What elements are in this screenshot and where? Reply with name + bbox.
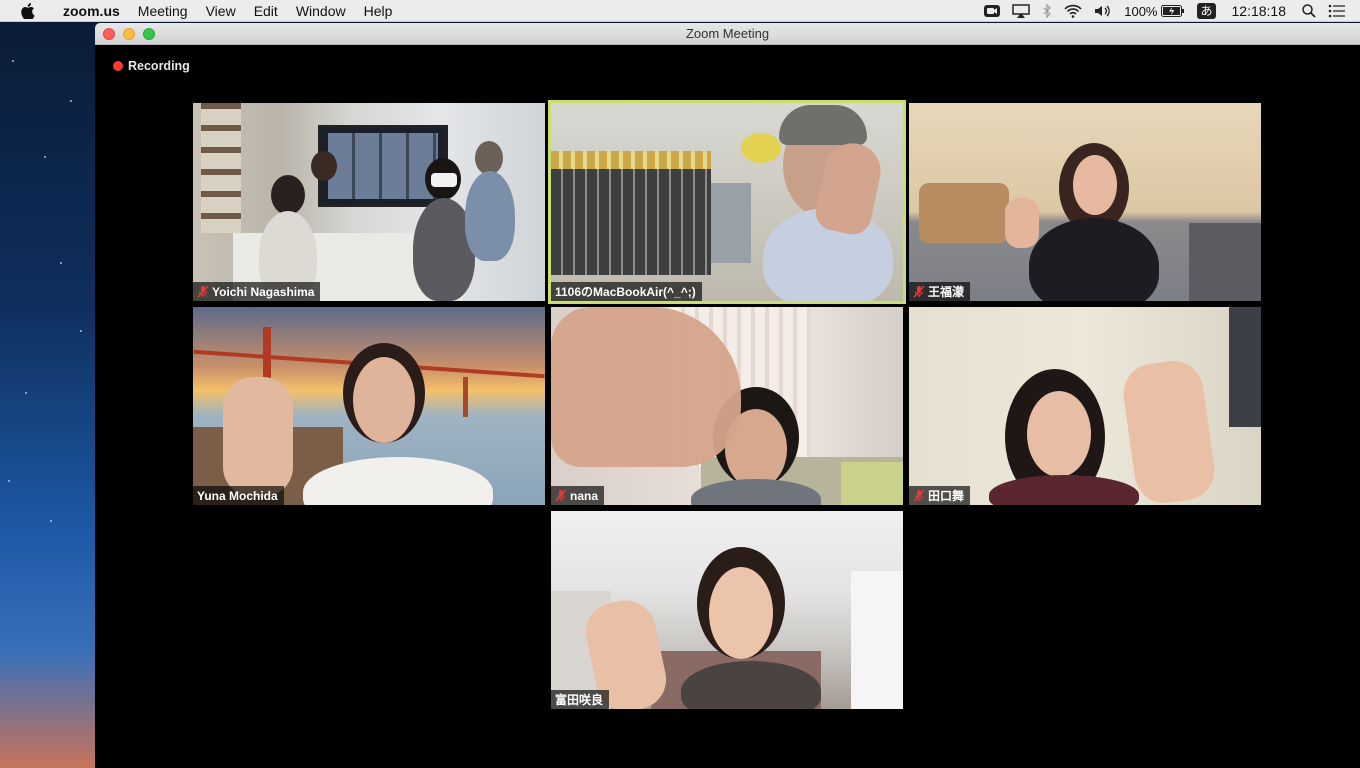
recording-label: Recording [128, 59, 190, 73]
video-tile-active-speaker[interactable]: 1106のMacBookAir(^_^;) [548, 100, 906, 304]
menu-window[interactable]: Window [287, 0, 355, 22]
menu-edit[interactable]: Edit [245, 0, 287, 22]
spotlight-search-icon[interactable] [1296, 0, 1322, 22]
video-feed [193, 103, 545, 301]
video-tile[interactable]: 富田咲良 [551, 511, 903, 709]
menu-meeting[interactable]: Meeting [129, 0, 197, 22]
notification-center-icon[interactable] [1322, 0, 1360, 22]
participant-nameplate: Yoichi Nagashima [193, 282, 321, 301]
video-feed [909, 103, 1261, 301]
zoom-video-icon[interactable] [978, 0, 1006, 22]
video-tile[interactable]: 王福濛 [909, 103, 1261, 301]
participant-name: 田口舞 [928, 489, 965, 503]
muted-mic-icon [555, 489, 567, 502]
window-close-button[interactable] [103, 28, 115, 40]
status-menu-area: 100% あ 12:18:18 [978, 0, 1360, 22]
apple-menu-icon[interactable] [20, 2, 36, 19]
airplay-icon[interactable] [1006, 0, 1036, 22]
muted-mic-icon [913, 489, 925, 502]
window-titlebar[interactable]: Zoom Meeting [95, 23, 1360, 45]
participant-nameplate: 1106のMacBookAir(^_^;) [551, 282, 702, 301]
video-feed [551, 103, 903, 301]
menu-help[interactable]: Help [355, 0, 402, 22]
battery-status[interactable]: 100% [1118, 0, 1191, 22]
participant-nameplate: nana [551, 486, 605, 505]
participant-nameplate: 王福濛 [909, 282, 971, 301]
video-tile[interactable]: nana [551, 307, 903, 505]
participant-nameplate: 田口舞 [909, 486, 971, 505]
recording-indicator[interactable]: Recording [113, 59, 190, 73]
participant-name: 1106のMacBookAir(^_^;) [555, 285, 696, 299]
participant-nameplate: Yuna Mochida [193, 486, 284, 505]
window-title: Zoom Meeting [685, 26, 770, 41]
input-method-label: あ [1197, 3, 1216, 19]
window-minimize-button[interactable] [123, 28, 135, 40]
muted-mic-icon [913, 285, 925, 298]
volume-icon[interactable] [1088, 0, 1118, 22]
video-feed [551, 511, 903, 709]
muted-mic-icon [197, 285, 209, 298]
video-feed [551, 307, 903, 505]
participant-name: 富田咲良 [555, 693, 604, 707]
participant-name: Yoichi Nagashima [212, 284, 315, 299]
participant-name: 王福濛 [928, 285, 965, 299]
battery-charging-icon [1161, 5, 1185, 17]
menubar-clock[interactable]: 12:18:18 [1222, 0, 1297, 22]
battery-percent: 100% [1124, 3, 1158, 19]
window-zoom-button[interactable] [143, 28, 155, 40]
video-tile[interactable]: Yuna Mochida [193, 307, 545, 505]
menu-view[interactable]: View [197, 0, 245, 22]
video-feed [909, 307, 1261, 505]
menu-bar: zoom.us Meeting View Edit Window Help 10… [0, 0, 1360, 22]
recording-dot-icon [113, 61, 123, 71]
participant-nameplate: 富田咲良 [551, 690, 610, 709]
menu-app-name[interactable]: zoom.us [54, 0, 129, 22]
video-tile[interactable]: Yoichi Nagashima [193, 103, 545, 301]
video-tile[interactable]: 田口舞 [909, 307, 1261, 505]
video-feed [193, 307, 545, 505]
participant-name: Yuna Mochida [197, 488, 278, 503]
input-method-indicator[interactable]: あ [1191, 0, 1221, 22]
participant-name: nana [570, 488, 599, 503]
window-controls [103, 28, 155, 40]
zoom-meeting-window: Zoom Meeting Recording Yoichi Nagashima [95, 23, 1360, 768]
wifi-icon[interactable] [1058, 0, 1088, 22]
bluetooth-icon[interactable] [1036, 0, 1058, 22]
